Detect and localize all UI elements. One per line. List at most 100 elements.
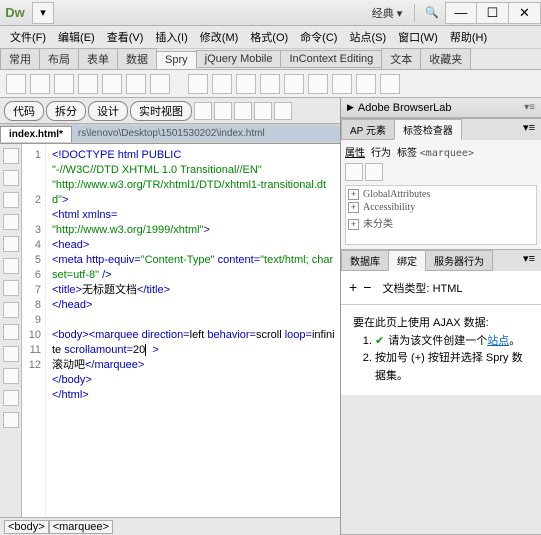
add-binding-button[interactable]: + xyxy=(349,279,357,295)
tag-inspector-tab[interactable]: 标签检查器 xyxy=(394,119,462,140)
menu-item[interactable]: 插入(I) xyxy=(149,29,193,45)
app-logo: Dw xyxy=(4,2,26,24)
behaviors-subtab[interactable]: 行为 xyxy=(371,144,391,159)
menu-item[interactable]: 修改(M) xyxy=(194,29,245,45)
insert-tab[interactable]: InContext Editing xyxy=(280,50,382,68)
insert-tab[interactable]: 常用 xyxy=(0,48,40,70)
toolbar-icon-5[interactable] xyxy=(274,102,292,120)
spry-icon-3[interactable] xyxy=(54,74,74,94)
vtool-3[interactable] xyxy=(3,192,19,208)
vtool-2[interactable] xyxy=(3,170,19,186)
spry-icon-11[interactable] xyxy=(260,74,280,94)
search-icon[interactable]: 🔍 xyxy=(419,6,445,19)
vtool-13[interactable] xyxy=(3,412,19,428)
panel-menu-icon[interactable]: ▾≡ xyxy=(517,119,541,140)
panels-dock: ▶ Adobe BrowserLab ▾≡ AP 元素 标签检查器 ▾≡ 属性 … xyxy=(341,98,541,535)
insert-tab[interactable]: 收藏夹 xyxy=(420,48,471,70)
vtool-9[interactable] xyxy=(3,324,19,340)
toolbar-icon-4[interactable] xyxy=(254,102,272,120)
workspace-switcher[interactable]: 经典 ▾ xyxy=(364,5,411,21)
toolbar-icon-2[interactable] xyxy=(214,102,232,120)
tree-row[interactable]: +GlobalAttributes xyxy=(348,188,534,201)
toolbar-icon-3[interactable] xyxy=(234,102,252,120)
create-site-link[interactable]: 站点 xyxy=(487,335,509,347)
menu-item[interactable]: 命令(C) xyxy=(294,29,343,45)
vtool-8[interactable] xyxy=(3,302,19,318)
spry-icon-8[interactable] xyxy=(188,74,208,94)
insert-tab[interactable]: 数据 xyxy=(117,48,157,70)
spry-icon-1[interactable] xyxy=(6,74,26,94)
tree-row[interactable]: +未分类 xyxy=(348,214,534,231)
insert-tab[interactable]: Spry xyxy=(156,51,197,69)
ajax-step-2: 按加号 (+) 按钮并选择 Spry 数据集。 xyxy=(375,350,529,385)
tree-row[interactable]: +Accessibility xyxy=(348,201,534,214)
menu-item[interactable]: 编辑(E) xyxy=(52,29,101,45)
bindings-tab[interactable]: 绑定 xyxy=(388,250,426,271)
split-view-button[interactable]: 拆分 xyxy=(46,101,86,121)
minimize-button[interactable]: — xyxy=(445,2,477,24)
insert-tab[interactable]: 文本 xyxy=(381,48,421,70)
insert-tab[interactable]: 布局 xyxy=(39,48,79,70)
spry-icon-6[interactable] xyxy=(126,74,146,94)
close-button[interactable]: ✕ xyxy=(509,2,541,24)
spry-icon-14[interactable] xyxy=(332,74,352,94)
insert-bar: 常用布局表单数据SpryjQuery MobileInContext Editi… xyxy=(0,48,541,70)
spry-icon-2[interactable] xyxy=(30,74,50,94)
layout-dropdown[interactable]: ▾ xyxy=(32,2,54,24)
spry-icon-15[interactable] xyxy=(356,74,376,94)
document-tab-active[interactable]: index.html* xyxy=(0,126,72,142)
category-view-icon[interactable] xyxy=(365,163,383,181)
menu-item[interactable]: 窗口(W) xyxy=(392,29,444,45)
vtool-6[interactable] xyxy=(3,258,19,274)
spry-icon-16[interactable] xyxy=(380,74,400,94)
list-view-icon[interactable] xyxy=(345,163,363,181)
insert-icon-bar xyxy=(0,70,541,98)
menu-item[interactable]: 文件(F) xyxy=(4,29,52,45)
spry-icon-12[interactable] xyxy=(284,74,304,94)
spry-icon-13[interactable] xyxy=(308,74,328,94)
ap-elements-tab[interactable]: AP 元素 xyxy=(341,119,395,140)
insert-tab[interactable]: jQuery Mobile xyxy=(196,50,282,68)
code-editor[interactable]: <!DOCTYPE html PUBLIC"-//W3C//DTD XHTML … xyxy=(46,144,340,517)
spry-icon-5[interactable] xyxy=(102,74,122,94)
tag-selector[interactable]: <body><marquee> xyxy=(0,517,340,535)
vtool-4[interactable] xyxy=(3,214,19,230)
document-path: rs\lenovo\Desktop\1501530202\index.html xyxy=(72,126,340,141)
panel-menu-icon[interactable]: ▾≡ xyxy=(524,102,535,113)
vtool-5[interactable] xyxy=(3,236,19,252)
vtool-12[interactable] xyxy=(3,390,19,406)
vtool-10[interactable] xyxy=(3,346,19,362)
live-view-button[interactable]: 实时视图 xyxy=(130,101,192,121)
attributes-subtab[interactable]: 属性 xyxy=(345,144,365,159)
title-bar: Dw ▾ 经典 ▾ 🔍 — ☐ ✕ xyxy=(0,0,541,26)
browserlab-panel-head[interactable]: ▶ Adobe BrowserLab ▾≡ xyxy=(341,98,541,118)
spry-icon-4[interactable] xyxy=(78,74,98,94)
spry-icon-7[interactable] xyxy=(150,74,170,94)
vtool-11[interactable] xyxy=(3,368,19,384)
remove-binding-button[interactable]: − xyxy=(363,279,371,295)
document-tabs: index.html* rs\lenovo\Desktop\1501530202… xyxy=(0,124,340,144)
ajax-instructions: 要在此页上使用 AJAX 数据: ✔请为该文件创建一个站点。 按加号 (+) 按… xyxy=(341,304,541,395)
vtool-7[interactable] xyxy=(3,280,19,296)
insert-tab[interactable]: 表单 xyxy=(78,48,118,70)
document-toolbar: 代码 拆分 设计 实时视图 xyxy=(0,98,340,124)
toolbar-icon-1[interactable] xyxy=(194,102,212,120)
spry-icon-9[interactable] xyxy=(212,74,232,94)
collapse-icon: ▶ xyxy=(347,102,354,113)
line-gutter: 1 2 3456789101112 xyxy=(22,144,46,517)
menu-item[interactable]: 查看(V) xyxy=(101,29,150,45)
spry-icon-10[interactable] xyxy=(236,74,256,94)
server-behaviors-tab[interactable]: 服务器行为 xyxy=(425,250,493,271)
maximize-button[interactable]: ☐ xyxy=(477,2,509,24)
design-view-button[interactable]: 设计 xyxy=(88,101,128,121)
menu-item[interactable]: 帮助(H) xyxy=(444,29,493,45)
menu-item[interactable]: 格式(O) xyxy=(244,29,294,45)
database-tab[interactable]: 数据库 xyxy=(341,250,389,271)
panel-menu-icon[interactable]: ▾≡ xyxy=(517,250,541,271)
attribute-tree[interactable]: +GlobalAttributes+Accessibility+未分类 xyxy=(345,185,537,245)
code-view-button[interactable]: 代码 xyxy=(4,101,44,121)
check-icon: ✔ xyxy=(375,335,384,347)
coding-toolbar xyxy=(0,144,22,517)
vtool-1[interactable] xyxy=(3,148,19,164)
menu-item[interactable]: 站点(S) xyxy=(343,29,392,45)
